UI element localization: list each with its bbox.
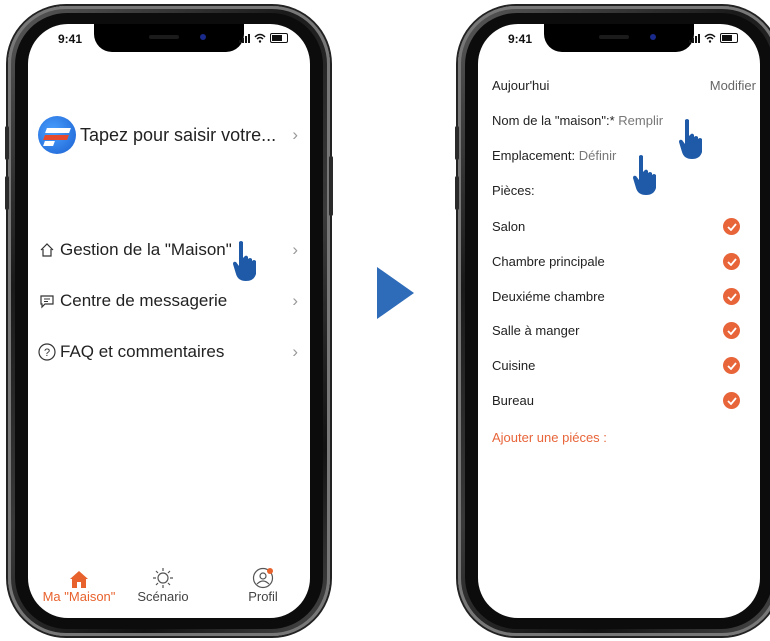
edit-button[interactable]: Modifier (710, 78, 756, 93)
chevron-right-icon: › (292, 125, 298, 144)
brand-logo-icon (38, 116, 76, 154)
location-label: Emplacement: (492, 148, 576, 163)
room-item[interactable]: Salle à manger (492, 322, 740, 339)
home-settings-screen: 9:41 Aujour'hui Modifier Nom de la "mais… (478, 24, 760, 618)
check-icon (723, 392, 740, 409)
tab-label: Ma "Maison" (42, 589, 116, 604)
page-title: Aujour'hui (492, 78, 550, 93)
fill-in-link[interactable]: Remplir (618, 113, 663, 128)
profile-icon (228, 567, 298, 589)
next-step-arrow (377, 267, 414, 319)
tab-bar: Ma "Maison" Scénario Profil (28, 558, 310, 604)
status-time: 9:41 (58, 32, 83, 46)
home-screen: 9:41 Tapez pour saisir votre... › Gestio… (28, 24, 310, 618)
notch (544, 24, 694, 52)
room-label: Salle à manger (492, 323, 580, 338)
room-label: Cuisine (492, 358, 536, 373)
menu-item-messages[interactable]: Centre de messagerie › (38, 286, 304, 316)
status-icons (239, 33, 288, 43)
room-label: Chambre principale (492, 254, 605, 269)
room-item[interactable]: Cuisine (492, 357, 740, 374)
tab-scenario[interactable]: Scénario (128, 567, 198, 604)
battery-icon (270, 33, 288, 43)
check-icon (723, 288, 740, 305)
chevron-right-icon: › (292, 240, 298, 259)
menu-label: Centre de messagerie (60, 291, 228, 310)
menu-item-faq[interactable]: ? FAQ et commentaires › (38, 337, 304, 367)
check-icon (723, 253, 740, 270)
phone-right: 9:41 Aujour'hui Modifier Nom de la "mais… (455, 6, 770, 636)
wifi-icon (704, 33, 716, 43)
chevron-right-icon: › (292, 291, 298, 310)
sun-icon (128, 567, 198, 589)
pointer-hand-icon (679, 119, 702, 159)
notch (94, 24, 244, 52)
house-icon (38, 241, 56, 259)
define-link[interactable]: Définir (579, 148, 617, 163)
message-icon (38, 292, 56, 310)
pointer-hand-icon (633, 155, 656, 195)
room-item[interactable]: Chambre principale (492, 253, 740, 270)
check-icon (723, 218, 740, 235)
tab-my-home[interactable]: Ma "Maison" (34, 567, 124, 604)
profile-row[interactable]: Tapez pour saisir votre... › (38, 114, 304, 156)
battery-icon (720, 33, 738, 43)
pointer-hand-icon (233, 241, 256, 281)
room-item[interactable]: Salon (492, 218, 740, 235)
room-label: Salon (492, 219, 526, 234)
settings-header: Aujour'hui Modifier (492, 78, 756, 93)
help-icon: ? (38, 343, 56, 361)
chevron-right-icon: › (292, 342, 298, 361)
check-icon (723, 357, 740, 374)
menu-label: Gestion de la "Maison" (60, 240, 232, 259)
tab-label: Profil (248, 589, 278, 604)
svg-text:?: ? (44, 347, 50, 359)
location-row[interactable]: Emplacement: Définir (492, 148, 616, 163)
room-label: Deuxiéme chambre (492, 289, 605, 304)
check-icon (723, 322, 740, 339)
room-item[interactable]: Bureau (492, 392, 740, 409)
rooms-label: Pièces: (492, 183, 535, 198)
phone-left: 9:41 Tapez pour saisir votre... › Gestio… (5, 6, 333, 636)
signal-icon (239, 33, 250, 43)
tab-profile[interactable]: Profil (228, 567, 298, 604)
add-rooms-link[interactable]: Ajouter une piéces : (492, 430, 607, 445)
room-label: Bureau (492, 393, 534, 408)
status-time: 9:41 (508, 32, 533, 46)
profile-prompt: Tapez pour saisir votre... (80, 124, 277, 145)
home-name-label: Nom de la "maison":* (492, 113, 615, 128)
status-icons (689, 33, 738, 43)
home-name-row[interactable]: Nom de la "maison":* Remplir (492, 113, 663, 128)
tab-label: Scénario (137, 589, 189, 604)
wifi-icon (254, 33, 266, 43)
room-item[interactable]: Deuxiéme chambre (492, 288, 740, 305)
menu-label: FAQ et commentaires (60, 342, 225, 361)
signal-icon (689, 33, 700, 43)
home-icon (34, 567, 124, 589)
menu-item-home-management[interactable]: Gestion de la "Maison" › (38, 235, 304, 265)
